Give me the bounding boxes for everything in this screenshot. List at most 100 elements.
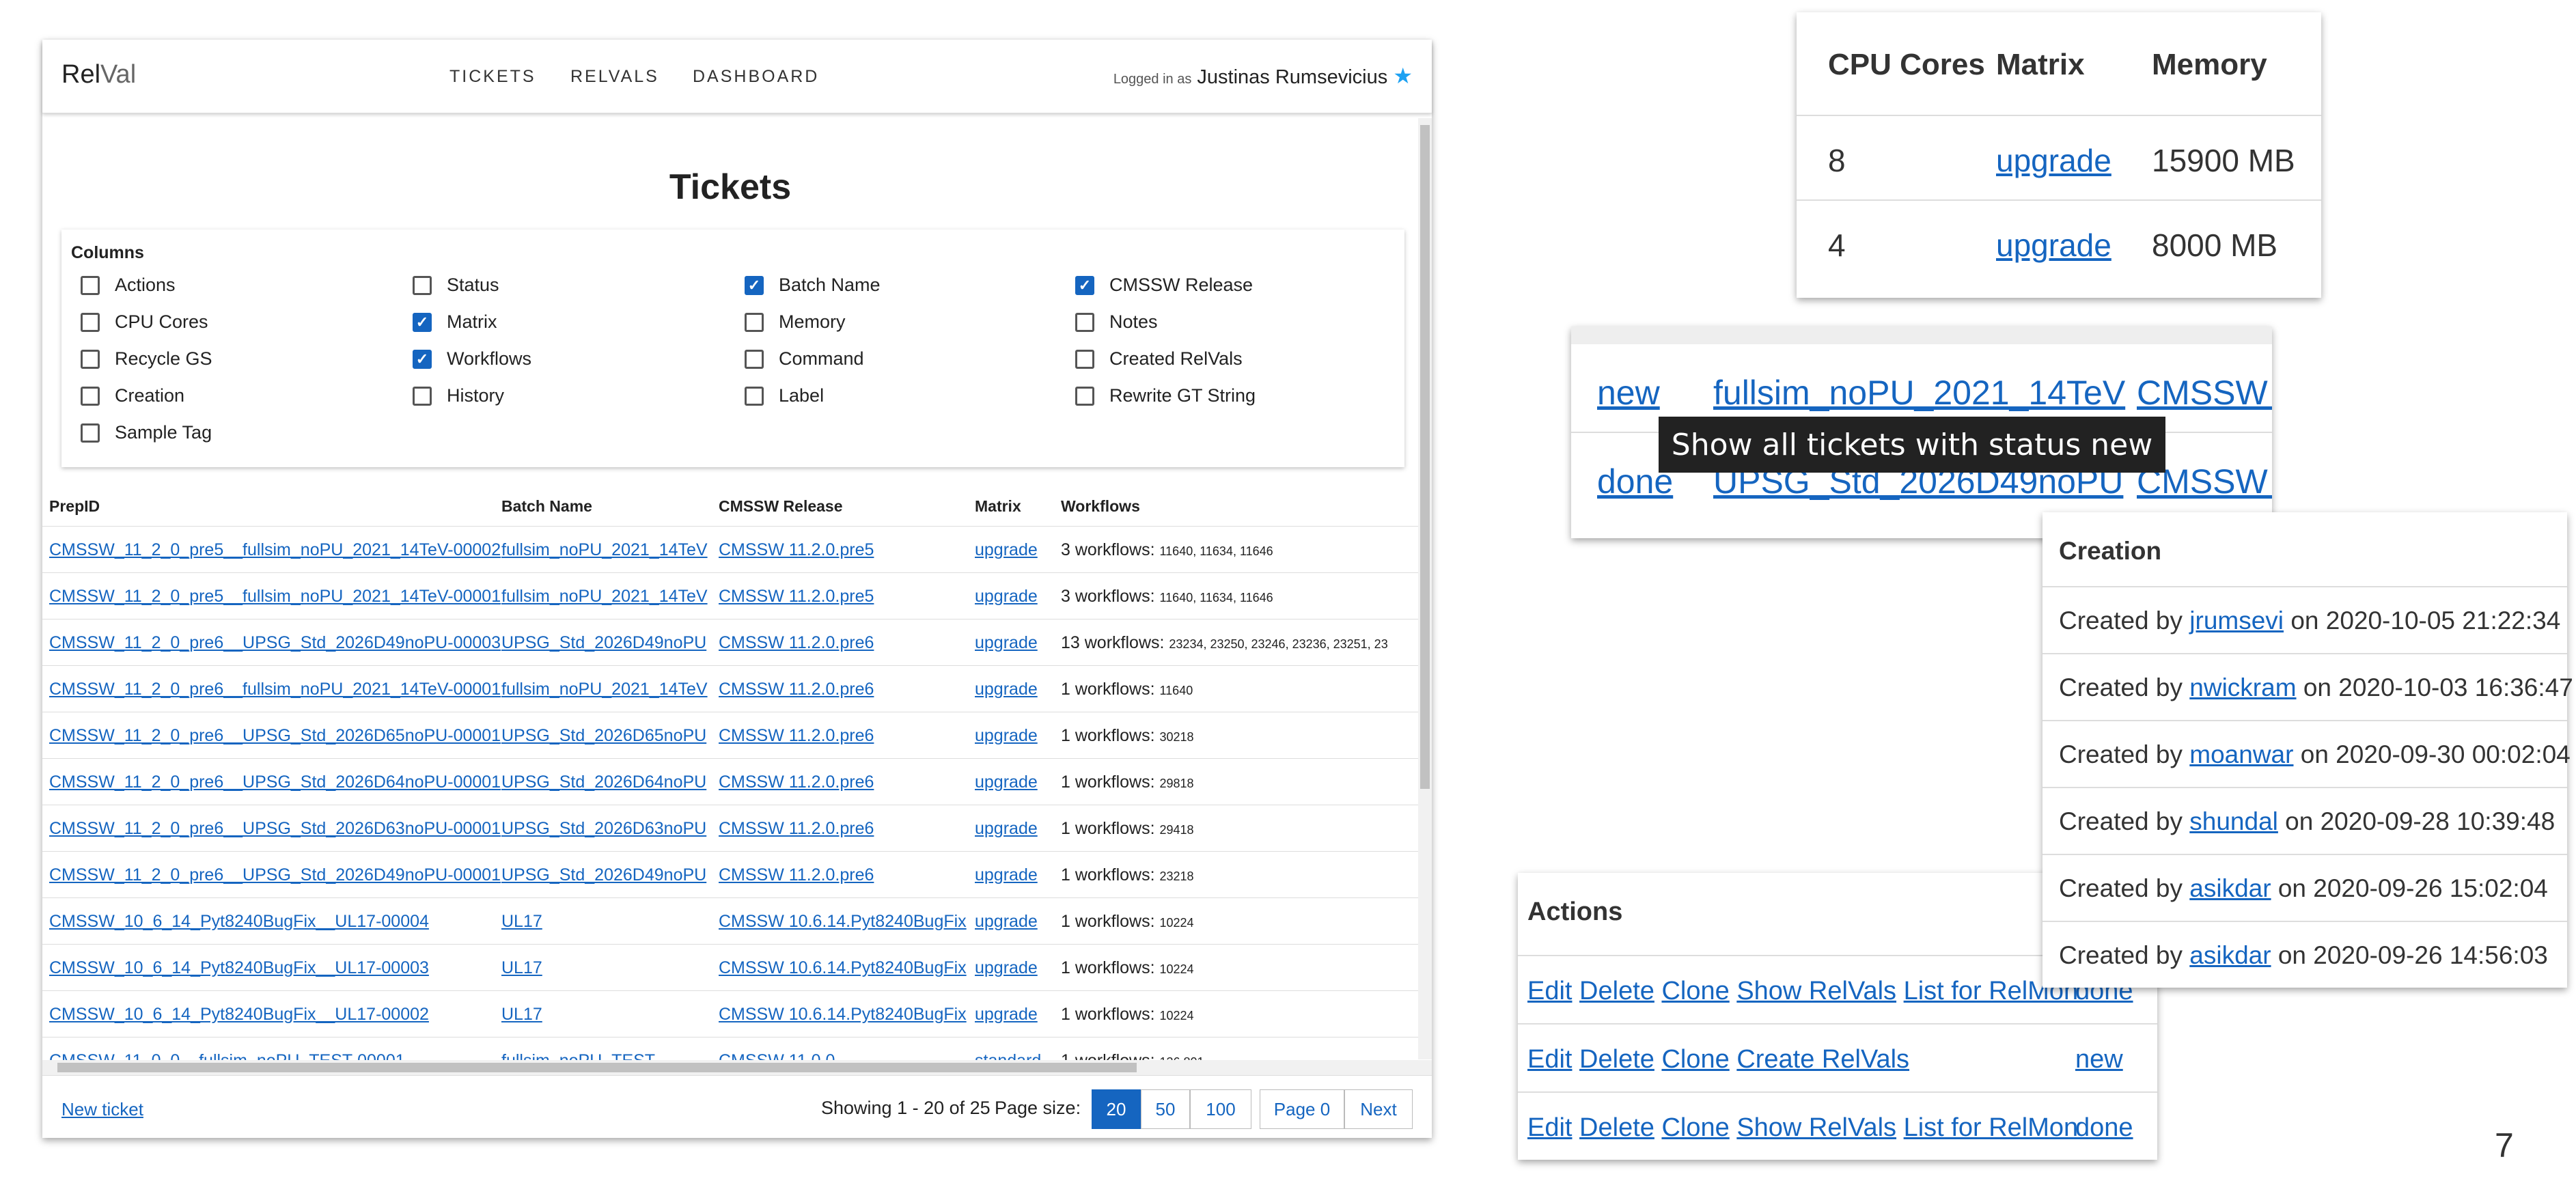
- header-matrix[interactable]: Matrix: [975, 497, 1021, 516]
- column-checkbox-label[interactable]: Label: [745, 385, 824, 406]
- release-link[interactable]: CMSSW 11.0.0: [719, 1051, 835, 1060]
- new-ticket-link[interactable]: New ticket: [61, 1099, 143, 1120]
- creator-user-link[interactable]: moanwar: [2189, 740, 2293, 768]
- prepid-link[interactable]: CMSSW_11_2_0_pre5__fullsim_noPU_2021_14T…: [49, 587, 501, 607]
- column-checkbox-rewrite-gt-string[interactable]: Rewrite GT String: [1075, 385, 1256, 406]
- column-checkbox-cmssw-release[interactable]: ✓ CMSSW Release: [1075, 275, 1253, 296]
- column-checkbox-cpu-cores[interactable]: CPU Cores: [81, 311, 208, 333]
- column-checkbox-matrix[interactable]: ✓ Matrix: [413, 311, 497, 333]
- batch-name-link[interactable]: UL17: [501, 912, 542, 932]
- batch-name-link[interactable]: fullsim_noPU_2021_14TeV: [501, 540, 708, 560]
- batch-name-link[interactable]: UPSG_Std_2026D64noPU: [501, 772, 706, 792]
- checkbox-unchecked-icon[interactable]: [745, 349, 764, 369]
- page-size-100-button[interactable]: 100: [1190, 1089, 1251, 1129]
- page-size-20-button[interactable]: 20: [1092, 1089, 1141, 1129]
- release-link[interactable]: CMSSW 1: [2137, 373, 2272, 413]
- column-checkbox-workflows[interactable]: ✓ Workflows: [413, 348, 531, 370]
- action-create-relvals-link[interactable]: Create RelVals: [1736, 1045, 1909, 1074]
- prepid-link[interactable]: CMSSW_11_2_0_pre6__UPSG_Std_2026D64noPU-…: [49, 772, 501, 792]
- column-checkbox-history[interactable]: History: [413, 385, 504, 406]
- action-edit-link[interactable]: Edit: [1527, 1113, 1572, 1142]
- creator-user-link[interactable]: asikdar: [2189, 874, 2271, 902]
- checkbox-unchecked-icon[interactable]: [413, 386, 432, 406]
- column-checkbox-memory[interactable]: Memory: [745, 311, 846, 333]
- batch-name-link[interactable]: UPSG_Std_2026D65noPU: [501, 726, 706, 746]
- header-batch-name[interactable]: Batch Name: [501, 497, 592, 516]
- creator-user-link[interactable]: asikdar: [2189, 941, 2271, 969]
- batch-name-link[interactable]: fullsim_noPU_2021_14TeV: [1713, 373, 2125, 413]
- action-edit-link[interactable]: Edit: [1527, 1045, 1572, 1074]
- creator-user-link[interactable]: jrumsevi: [2189, 607, 2284, 635]
- checkbox-unchecked-icon[interactable]: [413, 275, 432, 295]
- batch-name-link[interactable]: UPSG_Std_2026D49noPU: [501, 865, 706, 885]
- release-link[interactable]: CMSSW 11.2.0.pre6: [719, 819, 874, 839]
- batch-name-link[interactable]: UL17: [501, 958, 542, 978]
- status-link[interactable]: done: [2075, 1113, 2133, 1143]
- prepid-link[interactable]: CMSSW_10_6_14_Pyt8240BugFix__UL17-00002: [49, 1005, 429, 1025]
- prepid-link[interactable]: CMSSW_11_2_0_pre6__UPSG_Std_2026D49noPU-…: [49, 633, 501, 653]
- action-show-relvals-link[interactable]: Show RelVals: [1736, 1113, 1896, 1142]
- checkbox-unchecked-icon[interactable]: [81, 312, 100, 332]
- release-link[interactable]: CMSSW 11.2.0.pre6: [719, 680, 874, 699]
- header-workflows[interactable]: Workflows: [1061, 497, 1140, 516]
- matrix-link[interactable]: upgrade: [975, 1005, 1038, 1025]
- action-delete-link[interactable]: Delete: [1579, 1045, 1654, 1074]
- checkbox-checked-icon[interactable]: ✓: [1075, 275, 1094, 295]
- prepid-link[interactable]: CMSSW_11_0_0__fullsim_noPU_TEST-00001: [49, 1051, 405, 1060]
- release-link[interactable]: CMSSW 11.2.0.pre6: [719, 633, 874, 653]
- column-checkbox-actions[interactable]: Actions: [81, 275, 176, 296]
- release-link[interactable]: CMSSW 10.6.14.Pyt8240BugFix: [719, 1005, 967, 1025]
- prepid-link[interactable]: CMSSW_10_6_14_Pyt8240BugFix__UL17-00004: [49, 912, 429, 932]
- prepid-link[interactable]: CMSSW_11_2_0_pre6__UPSG_Std_2026D63noPU-…: [49, 819, 501, 839]
- release-link[interactable]: CMSSW 11.2.0.pre6: [719, 726, 874, 746]
- prepid-link[interactable]: CMSSW_11_2_0_pre5__fullsim_noPU_2021_14T…: [49, 540, 501, 560]
- checkbox-unchecked-icon[interactable]: [1075, 312, 1094, 332]
- matrix-link[interactable]: upgrade: [975, 772, 1038, 792]
- status-link[interactable]: new: [2075, 1045, 2123, 1074]
- header-prepid[interactable]: PrepID: [49, 497, 100, 516]
- matrix-link[interactable]: upgrade: [975, 633, 1038, 653]
- action-show-relvals-link[interactable]: Show RelVals: [1736, 977, 1896, 1005]
- matrix-link[interactable]: upgrade: [1996, 227, 2111, 264]
- column-checkbox-recycle-gs[interactable]: Recycle GS: [81, 348, 212, 370]
- checkbox-checked-icon[interactable]: ✓: [745, 275, 764, 295]
- matrix-link[interactable]: upgrade: [975, 540, 1038, 560]
- checkbox-unchecked-icon[interactable]: [1075, 349, 1094, 369]
- matrix-link[interactable]: upgrade: [975, 819, 1038, 839]
- matrix-link[interactable]: upgrade: [975, 865, 1038, 885]
- nav-relvals[interactable]: RELVALS: [570, 67, 659, 87]
- release-link[interactable]: CMSSW 11.2.0.pre6: [719, 865, 874, 885]
- matrix-link[interactable]: standard: [975, 1051, 1041, 1060]
- checkbox-unchecked-icon[interactable]: [81, 349, 100, 369]
- checkbox-unchecked-icon[interactable]: [81, 386, 100, 406]
- matrix-link[interactable]: upgrade: [975, 958, 1038, 978]
- release-link[interactable]: CMSSW 11.2.0.pre6: [719, 772, 874, 792]
- prepid-link[interactable]: CMSSW_10_6_14_Pyt8240BugFix__UL17-00003: [49, 958, 429, 978]
- release-link[interactable]: CMSSW 10.6.14.Pyt8240BugFix: [719, 912, 967, 932]
- release-link[interactable]: CMSSW 11.2.0.pre5: [719, 587, 874, 607]
- checkbox-unchecked-icon[interactable]: [745, 386, 764, 406]
- checkbox-unchecked-icon[interactable]: [1075, 386, 1094, 406]
- prepid-link[interactable]: CMSSW_11_2_0_pre6__UPSG_Std_2026D49noPU-…: [49, 865, 501, 885]
- column-checkbox-sample-tag[interactable]: Sample Tag: [81, 422, 212, 443]
- column-checkbox-created-relvals[interactable]: Created RelVals: [1075, 348, 1243, 370]
- batch-name-link[interactable]: fullsim_noPU_TEST: [501, 1051, 655, 1060]
- column-checkbox-batch-name[interactable]: ✓ Batch Name: [745, 275, 881, 296]
- horizontal-scroll-thumb[interactable]: [57, 1063, 1137, 1072]
- release-link[interactable]: CMSSW 11.2.0.pre5: [719, 540, 874, 560]
- action-clone-link[interactable]: Clone: [1661, 977, 1729, 1005]
- batch-name-link[interactable]: UPSG_Std_2026D63noPU: [501, 819, 706, 839]
- action-clone-link[interactable]: Clone: [1661, 1045, 1729, 1074]
- vertical-scrollbar[interactable]: [1418, 118, 1432, 1059]
- next-page-button[interactable]: Next: [1344, 1089, 1413, 1129]
- checkbox-unchecked-icon[interactable]: [745, 312, 764, 332]
- matrix-link[interactable]: upgrade: [975, 912, 1038, 932]
- batch-name-link[interactable]: fullsim_noPU_2021_14TeV: [501, 680, 708, 699]
- matrix-link[interactable]: upgrade: [1996, 142, 2111, 179]
- nav-dashboard[interactable]: DASHBOARD: [693, 67, 819, 87]
- horizontal-scrollbar[interactable]: [42, 1060, 1432, 1075]
- batch-name-link[interactable]: fullsim_noPU_2021_14TeV: [501, 587, 708, 607]
- batch-name-link[interactable]: UL17: [501, 1005, 542, 1025]
- column-checkbox-creation[interactable]: Creation: [81, 385, 184, 406]
- matrix-link[interactable]: upgrade: [975, 680, 1038, 699]
